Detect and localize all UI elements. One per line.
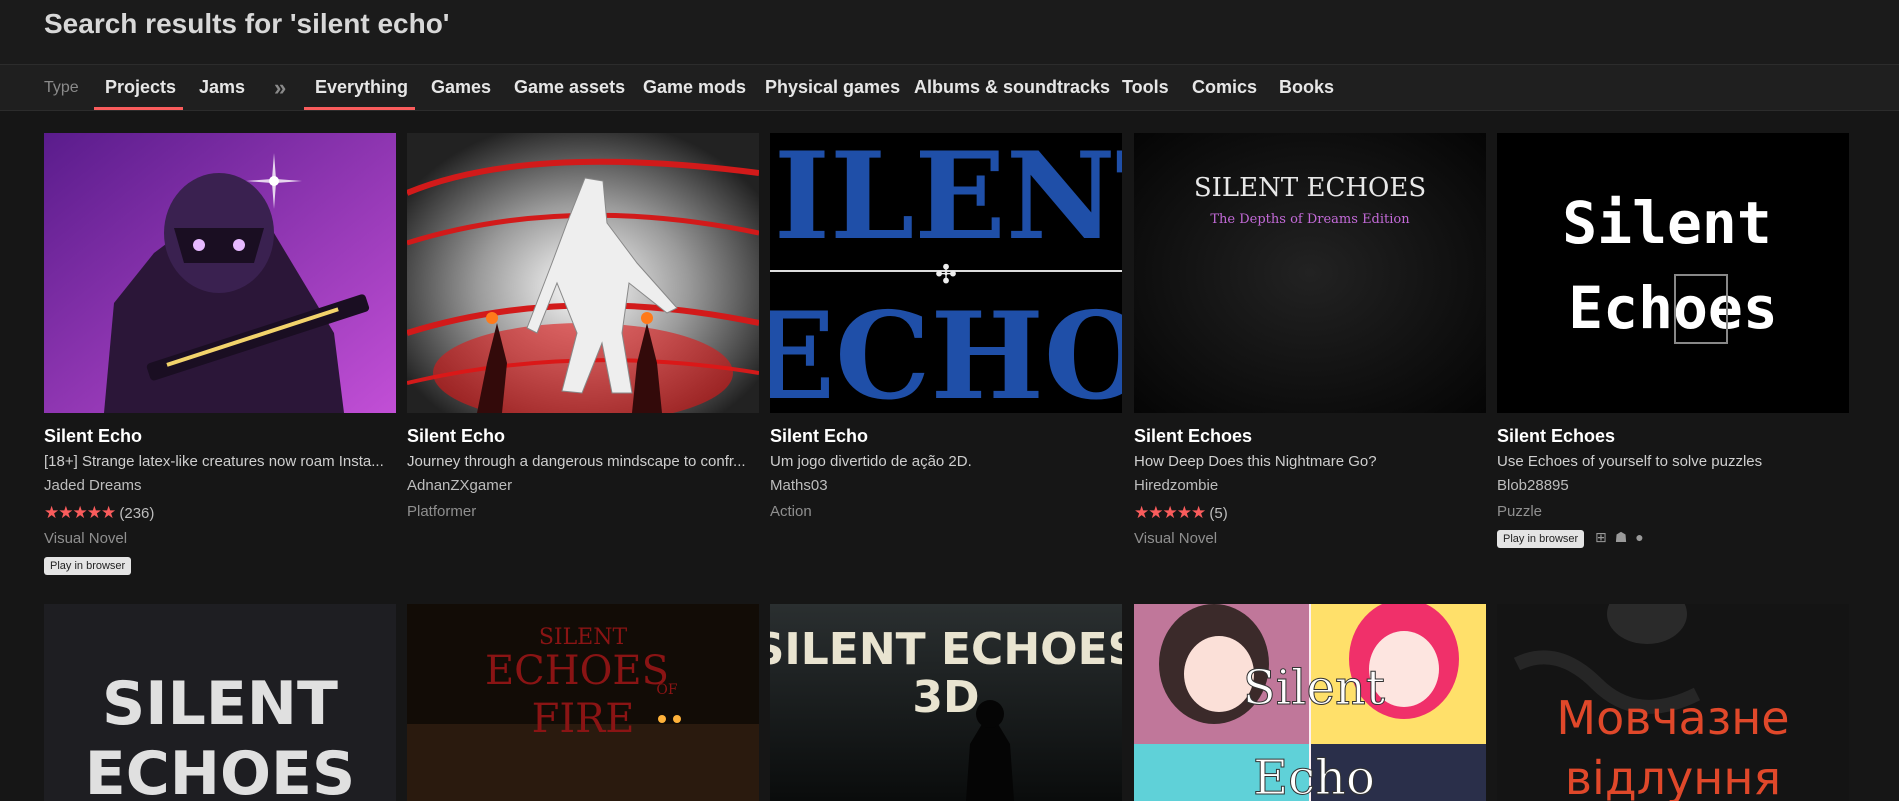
game-card[interactable]: Silent Echo Journey through a dangerous … [407,133,759,583]
game-author[interactable]: Hiredzombie [1134,477,1218,494]
mindscape-figure-art [407,133,759,413]
art-text-echoes: ECHOES [85,739,355,801]
game-thumbnail[interactable]: SILENT ECHOES [44,604,396,801]
art-text-silent: Silent [1562,189,1772,257]
game-thumbnail[interactable]: SILENT ECHOES The Depths of Dreams Editi… [1134,133,1486,413]
game-title[interactable]: Silent Echo [770,426,868,447]
game-description: Journey through a dangerous mindscape to… [407,453,746,470]
game-thumbnail[interactable]: SILENT ✣ ECHO [770,133,1122,413]
tab-projects-underline [94,107,183,110]
game-title[interactable]: Silent Echoes [1134,426,1252,447]
rating-stars-icon: ★★★★★ [1134,503,1206,522]
game-title[interactable]: Silent Echoes [1497,426,1615,447]
game-thumbnail[interactable]: Silent Echoes [1497,133,1849,413]
game-description: [18+] Strange latex-like creatures now r… [44,453,384,470]
tab-physical-games[interactable]: Physical games [765,65,900,110]
game-rating: ★★★★★ (236) [44,503,154,523]
game-rating: ★★★★★ (5) [1134,503,1228,523]
tab-albums-soundtracks[interactable]: Albums & soundtracks [914,65,1110,110]
rating-stars-icon: ★★★★★ [44,503,116,522]
art-text-3d: 3D [912,672,979,723]
game-author[interactable]: AdnanZXgamer [407,477,512,494]
game-description: How Deep Does this Nightmare Go? [1134,453,1377,470]
tab-books[interactable]: Books [1279,65,1334,110]
art-text-line1: Мовчазне [1556,691,1789,745]
game-thumbnail[interactable] [44,133,396,413]
silent-echoes-depths-art: SILENT ECHOES The Depths of Dreams Editi… [1134,133,1486,413]
breadcrumb-separator: » [274,75,287,100]
silent-echo-logo-art: SILENT ✣ ECHO [770,133,1122,413]
anime-silent-echo-art: Silent Echo [1134,604,1486,801]
art-text-of: OF [656,682,677,698]
ukrainian-title-art: Мовчазне відлуння [1497,604,1849,801]
tab-game-mods[interactable]: Game mods [643,65,746,110]
platform-icons: ⊞ ☗ ● [1595,529,1652,546]
game-genre: Visual Novel [44,530,128,547]
page-title: Search results for 'silent echo' [44,8,450,39]
game-thumbnail[interactable]: Silent Echo [1134,604,1486,801]
tab-game-assets[interactable]: Game assets [514,65,625,110]
game-title[interactable]: Silent Echo [44,426,142,447]
game-card[interactable]: Silent Echo [18+] Strange latex-like cre… [44,133,396,583]
pixel-silent-echoes-art: Silent Echoes [1497,133,1849,413]
game-card[interactable]: SILENT ECHOES The Depths of Dreams Editi… [1134,133,1486,583]
game-genre: Puzzle [1497,503,1543,520]
game-description: Use Echoes of yourself to solve puzzles [1497,453,1763,470]
tab-projects[interactable]: Projects [105,65,176,110]
tab-games[interactable]: Games [431,65,491,110]
game-author[interactable]: Maths03 [770,477,828,494]
tab-everything-underline [304,107,415,110]
game-card[interactable]: Silent Echoes Silent Echoes Use Echoes o… [1497,133,1849,583]
filter-tabbar: Type Projects Jams » Everything Games Ga… [0,64,1899,111]
apple-icon: ● [1635,529,1644,545]
art-text-silent: SILENT [102,669,338,739]
game-author[interactable]: Jaded Dreams [44,477,142,494]
game-author[interactable]: Blob28895 [1497,477,1569,494]
play-in-browser-badge: Play in browser [1497,530,1585,548]
art-text-echoes: Echoes [1568,274,1778,342]
art-text-title: SILENT ECHOES [1194,173,1426,203]
art-text-line2: відлуння [1565,751,1781,801]
page-header: Search results for 'silent echo' [0,0,1899,64]
game-title[interactable]: Silent Echo [407,426,505,447]
game-thumbnail[interactable] [407,133,759,413]
silent-echoes-3d-art: SILENT ECHOES 3D [770,604,1122,801]
art-text-echoes: ECHOES [485,648,669,694]
silent-echoes-fire-art: SILENT ECHOES OF FIRE [407,604,759,801]
art-text-silent: SILENT [770,133,1122,267]
tab-everything[interactable]: Everything [315,65,408,110]
art-text-title: SILENT ECHOES [770,624,1122,675]
rating-count: (5) [1209,505,1228,522]
game-genre: Platformer [407,503,477,520]
tab-comics[interactable]: Comics [1192,65,1257,110]
play-in-browser-badge: Play in browser [44,557,132,575]
linux-icon: ☗ [1614,529,1628,545]
type-label: Type [44,79,79,96]
art-text-silent: Silent [1243,660,1385,716]
game-description: Um jogo divertido de ação 2D. [770,453,972,470]
art-text-fire: FIRE [532,696,635,742]
ornament-icon: ✣ [935,259,957,289]
game-card[interactable]: SILENT ✣ ECHO Silent Echo Um jogo divert… [770,133,1122,583]
art-text-subtitle: The Depths of Dreams Edition [1210,212,1410,227]
art-text-silent: SILENT [539,625,628,650]
game-genre: Visual Novel [1134,530,1218,547]
art-text-echo: ECHO [770,286,1122,413]
game-thumbnail[interactable]: SILENT ECHOES OF FIRE [407,604,759,801]
tab-tools[interactable]: Tools [1122,65,1169,110]
armored-soldier-art [44,133,396,413]
tab-jams[interactable]: Jams [199,65,245,110]
windows-icon: ⊞ [1595,529,1607,545]
rating-count: (236) [119,505,155,522]
silent-echoes-stylized-art: SILENT ECHOES [44,604,396,801]
game-genre: Action [770,503,812,520]
art-text-echo: Echo [1253,750,1375,801]
game-thumbnail[interactable]: SILENT ECHOES 3D [770,604,1122,801]
game-thumbnail[interactable]: Мовчазне відлуння [1497,604,1849,801]
